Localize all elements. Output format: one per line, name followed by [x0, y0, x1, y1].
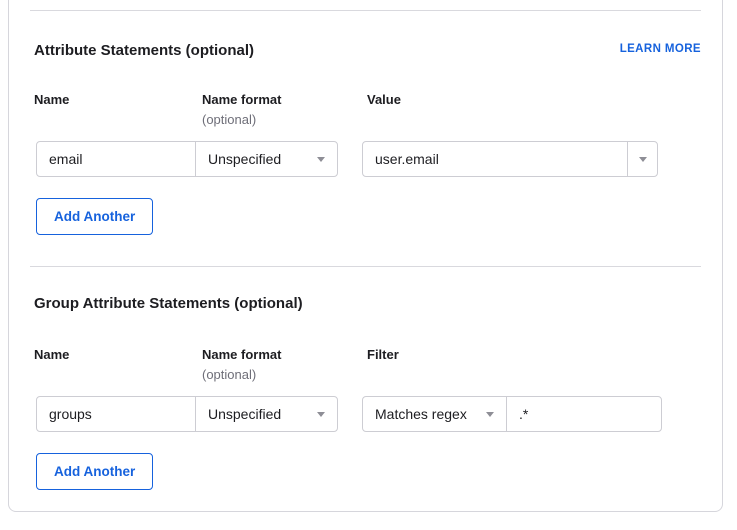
settings-card — [8, 0, 723, 512]
dropdown-caret-icon — [486, 412, 494, 417]
attribute-name-format-select[interactable]: Unspecified — [195, 141, 338, 177]
add-another-group-attribute-button[interactable]: Add Another — [36, 453, 153, 490]
column-header-value: Value — [367, 92, 401, 107]
filter-type-value: Matches regex — [375, 406, 467, 422]
group-attribute-statements-title: Group Attribute Statements (optional) — [34, 295, 303, 313]
section-divider — [30, 266, 701, 267]
column-header-name: Name — [34, 92, 69, 107]
column-header-name: Name — [34, 347, 69, 362]
dropdown-caret-icon — [639, 157, 647, 162]
learn-more-link[interactable]: LEARN MORE — [620, 43, 701, 55]
group-attribute-filter-group: Matches regex — [362, 396, 662, 432]
saml-settings-page: Attribute Statements (optional) LEARN MO… — [0, 0, 737, 530]
add-another-attribute-button[interactable]: Add Another — [36, 198, 153, 235]
dropdown-caret-icon — [317, 412, 325, 417]
column-header-filter: Filter — [367, 347, 399, 362]
column-header-optional: (optional) — [202, 367, 256, 382]
dropdown-caret-icon — [317, 157, 325, 162]
column-header-name-format: Name format — [202, 92, 281, 107]
group-attribute-name-input[interactable] — [36, 396, 196, 432]
attribute-name-group: Unspecified — [36, 141, 338, 177]
filter-value-input[interactable] — [506, 396, 662, 432]
group-attribute-name-format-value: Unspecified — [208, 406, 281, 422]
attribute-name-format-value: Unspecified — [208, 151, 281, 167]
group-attribute-name-group: Unspecified — [36, 396, 338, 432]
column-header-name-format: Name format — [202, 347, 281, 362]
group-attribute-name-format-select[interactable]: Unspecified — [195, 396, 338, 432]
section-divider — [30, 10, 701, 11]
attribute-statements-title: Attribute Statements (optional) — [34, 42, 254, 60]
attribute-name-input[interactable] — [36, 141, 196, 177]
attribute-value-group — [362, 141, 658, 177]
filter-type-select[interactable]: Matches regex — [362, 396, 507, 432]
column-header-optional: (optional) — [202, 112, 256, 127]
attribute-value-dropdown-button[interactable] — [627, 141, 658, 177]
attribute-value-input[interactable] — [362, 141, 628, 177]
